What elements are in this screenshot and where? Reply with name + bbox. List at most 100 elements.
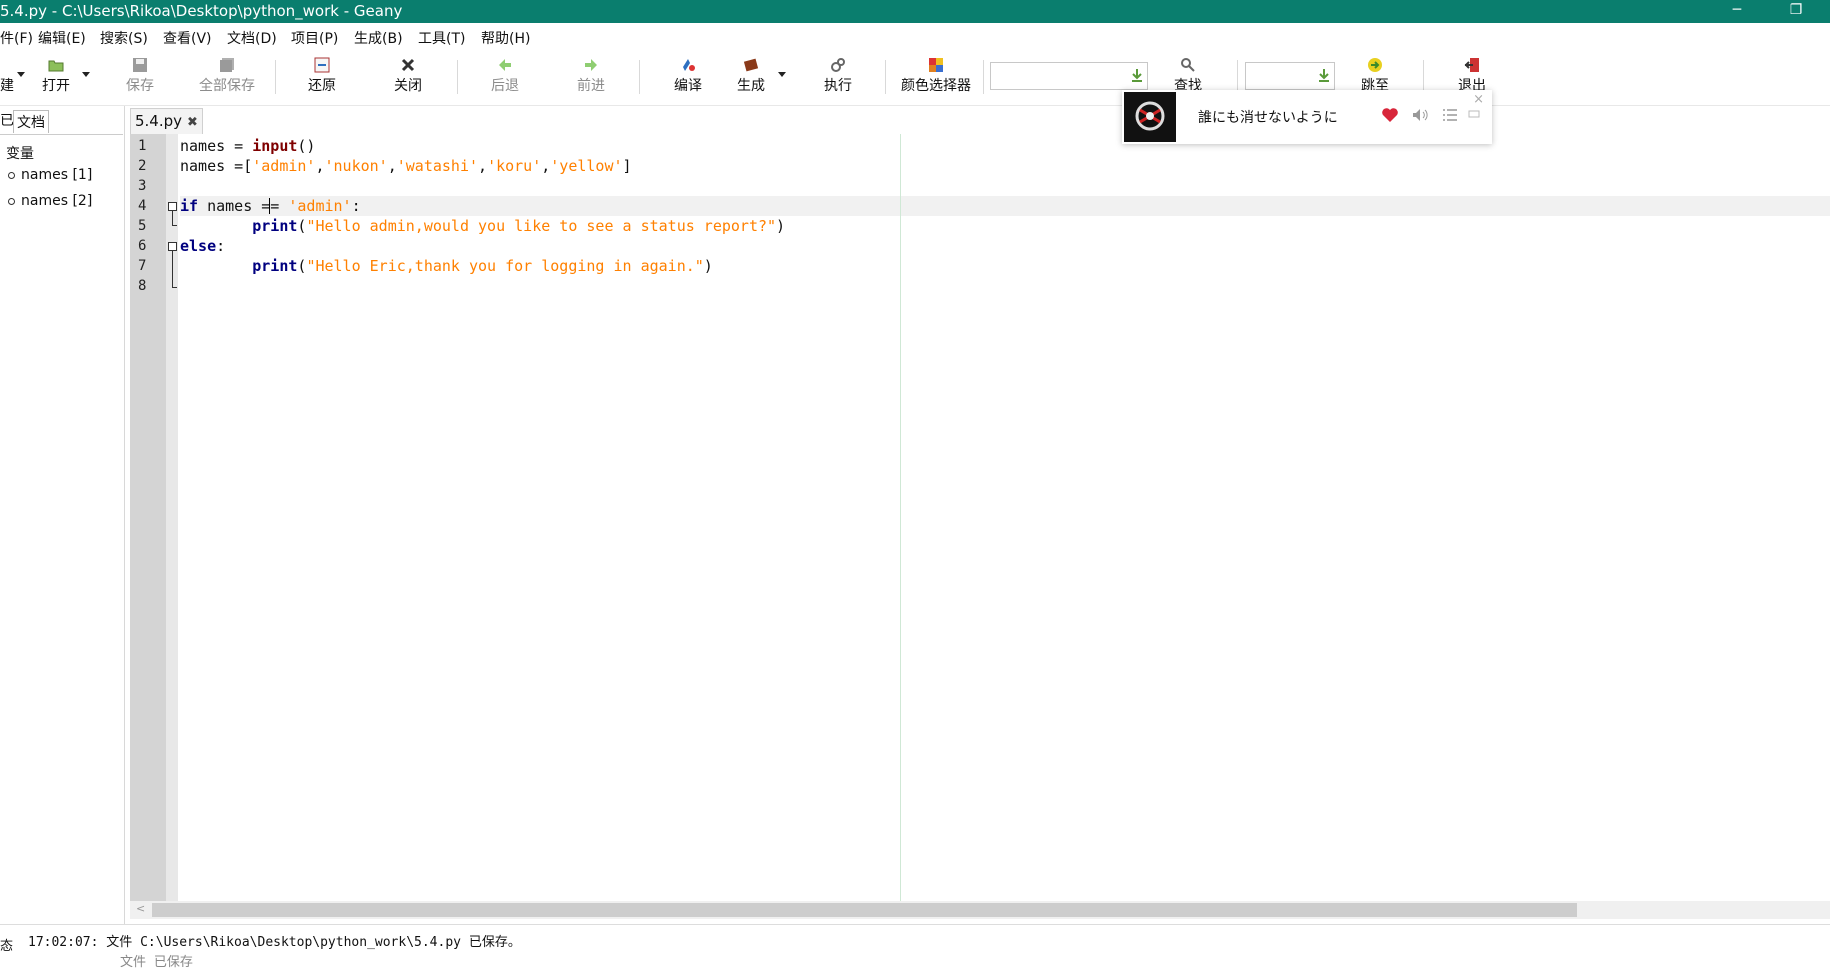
forward-arrow-icon bbox=[585, 59, 597, 71]
variable-icon bbox=[8, 171, 15, 179]
symbol-tree: 变量 names [1] names [2] bbox=[0, 134, 123, 925]
code-editor[interactable]: 1 2 3 4 5 6 7 8 names = input() names =[… bbox=[130, 134, 1830, 901]
folder-open-icon bbox=[48, 60, 64, 72]
fold-line bbox=[172, 211, 173, 225]
goto-go-icon[interactable] bbox=[1318, 68, 1330, 82]
menu-document[interactable]: 文档(D) bbox=[227, 28, 277, 48]
search-go-icon[interactable] bbox=[1131, 68, 1143, 82]
scrollbar-thumb[interactable] bbox=[152, 903, 1577, 917]
horizontal-scrollbar[interactable]: < bbox=[130, 901, 1830, 919]
line-number-gutter: 1 2 3 4 5 6 7 8 bbox=[130, 134, 166, 901]
code-line: names =['admin','nukon','watashi','koru'… bbox=[180, 157, 632, 175]
menu-search[interactable]: 搜索(S) bbox=[100, 28, 148, 48]
run-button[interactable]: 执行 bbox=[818, 54, 858, 102]
menu-view[interactable]: 查看(V) bbox=[163, 28, 212, 48]
line-number: 3 bbox=[138, 178, 147, 194]
status-message-partial: 文件 已保存 bbox=[120, 955, 193, 970]
menu-bar: 件(F) 编辑(E) 搜索(S) 查看(V) 文档(D) 项目(P) 生成(B)… bbox=[0, 23, 1830, 50]
toolbar-separator bbox=[885, 60, 886, 94]
window-title: 5.4.py - C:\Users\Rikoa\Desktop\python_w… bbox=[0, 2, 403, 20]
minimize-icon[interactable]: ─ bbox=[1717, 0, 1757, 23]
code-line: print("Hello admin,would you like to see… bbox=[252, 217, 786, 235]
mini-mode-icon[interactable] bbox=[1468, 108, 1480, 120]
build-dropdown-icon[interactable] bbox=[778, 72, 786, 77]
title-bar: 5.4.py - C:\Users\Rikoa\Desktop\python_w… bbox=[0, 0, 1830, 23]
run-gear-icon bbox=[831, 58, 845, 72]
tab-close-icon[interactable]: ✖ bbox=[187, 111, 198, 135]
color-chooser-button[interactable]: 颜色选择器 bbox=[896, 54, 976, 102]
jump-icon bbox=[1368, 58, 1382, 72]
menu-help[interactable]: 帮助(H) bbox=[481, 28, 530, 48]
menu-edit[interactable]: 编辑(E) bbox=[38, 28, 86, 48]
menu-tools[interactable]: 工具(T) bbox=[418, 28, 465, 48]
toolbar-separator bbox=[457, 60, 458, 94]
status-message: 17:02:07: 文件 C:\Users\Rikoa\Desktop\pyth… bbox=[28, 935, 521, 950]
symbol-item[interactable]: names [2] bbox=[8, 193, 92, 209]
toolbar-separator bbox=[1423, 60, 1424, 94]
song-title: 誰にも消せないように bbox=[1198, 110, 1338, 126]
line-number: 1 bbox=[138, 138, 147, 154]
close-file-button[interactable]: 关闭 bbox=[388, 54, 428, 102]
search-field[interactable] bbox=[990, 62, 1148, 90]
save-all-icon bbox=[220, 58, 234, 72]
new-button[interactable]: 建 bbox=[0, 54, 14, 102]
line-number: 7 bbox=[138, 258, 147, 274]
line-number: 8 bbox=[138, 278, 147, 294]
exit-icon bbox=[1464, 58, 1479, 72]
save-icon bbox=[133, 58, 147, 72]
tab-symbols[interactable]: 已 bbox=[0, 110, 14, 130]
line-number: 6 bbox=[138, 238, 147, 254]
save-button[interactable]: 保存 bbox=[120, 54, 160, 102]
compile-icon bbox=[683, 59, 695, 71]
restore-icon[interactable]: ❐ bbox=[1776, 0, 1816, 23]
menu-build[interactable]: 生成(B) bbox=[354, 28, 403, 48]
back-button[interactable]: 后退 bbox=[485, 54, 525, 102]
build-button[interactable]: 生成 bbox=[731, 54, 771, 102]
heart-icon[interactable] bbox=[1380, 105, 1400, 125]
open-dropdown-icon[interactable] bbox=[82, 72, 90, 77]
status-tab-label[interactable]: 态 bbox=[0, 935, 13, 954]
popup-close-icon[interactable]: × bbox=[1473, 92, 1484, 107]
new-dropdown-icon[interactable] bbox=[17, 72, 25, 77]
album-cover[interactable] bbox=[1124, 92, 1176, 142]
compile-button[interactable]: 编译 bbox=[668, 54, 708, 102]
sidebar: 已 文档 变量 names [1] names [2] bbox=[0, 106, 125, 925]
code-line: else: bbox=[180, 237, 226, 255]
save-all-button[interactable]: 全部保存 bbox=[192, 54, 262, 102]
toolbar: 建 打开 保存 全部保存 还原 关闭 后退 前进 编译 生成 执行 颜色选择器 … bbox=[0, 50, 1830, 106]
goto-line-field[interactable] bbox=[1245, 62, 1335, 90]
menu-file[interactable]: 件(F) bbox=[0, 28, 33, 48]
playlist-icon[interactable] bbox=[1440, 105, 1460, 125]
editor-tabs: 5.4.py ✖ bbox=[130, 106, 1830, 135]
fold-line bbox=[172, 287, 177, 288]
tab-documents[interactable]: 文档 bbox=[13, 110, 49, 133]
tab-file-5-4-py[interactable]: 5.4.py ✖ bbox=[130, 108, 203, 135]
fold-toggle-icon[interactable] bbox=[168, 242, 177, 251]
fold-toggle-icon[interactable] bbox=[168, 202, 177, 211]
volume-icon[interactable] bbox=[1410, 105, 1430, 125]
line-number: 5 bbox=[138, 218, 147, 234]
build-icon bbox=[743, 58, 759, 72]
code-line: if names == 'admin': bbox=[180, 197, 361, 215]
menu-project[interactable]: 项目(P) bbox=[291, 28, 338, 48]
revert-button[interactable]: 还原 bbox=[302, 54, 342, 102]
open-button[interactable]: 打开 bbox=[36, 54, 76, 102]
forward-button[interactable]: 前进 bbox=[571, 54, 611, 102]
code-area[interactable]: names = input() names =['admin','nukon',… bbox=[180, 134, 1830, 901]
sidebar-tabs: 已 文档 bbox=[0, 106, 124, 133]
color-palette-icon bbox=[929, 58, 943, 72]
line-number: 4 bbox=[138, 198, 147, 214]
symbol-item[interactable]: names [1] bbox=[8, 167, 92, 183]
back-arrow-icon bbox=[499, 59, 511, 71]
variable-icon bbox=[8, 197, 15, 205]
album-art-icon bbox=[1124, 92, 1176, 142]
message-window: 态 17:02:07: 文件 C:\Users\Rikoa\Desktop\py… bbox=[0, 924, 1830, 970]
code-line: print("Hello Eric,thank you for logging … bbox=[252, 257, 713, 275]
fold-line bbox=[172, 225, 177, 226]
text-caret bbox=[269, 198, 270, 214]
symbol-group-variables[interactable]: 变量 bbox=[6, 143, 34, 163]
scroll-left-icon[interactable]: < bbox=[136, 902, 145, 915]
new-file-icon bbox=[0, 57, 16, 73]
line-number: 2 bbox=[138, 158, 147, 174]
music-player-popup: 誰にも消せないように × bbox=[1122, 90, 1492, 144]
